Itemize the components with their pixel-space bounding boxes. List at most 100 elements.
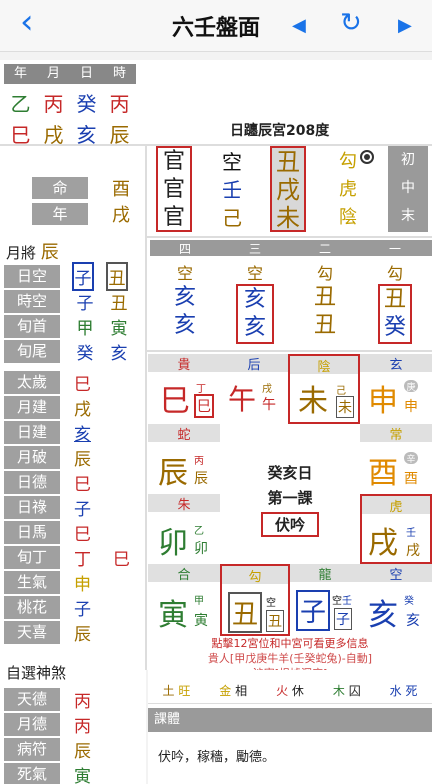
kong-panel: 日空 子 丑 時空 子 丑 旬首 甲 寅 旬尾 癸 亥 (4, 262, 140, 364)
palace-stem: 癸 (404, 596, 414, 607)
pillar-hour-label: 時 (103, 64, 136, 84)
sanchuan-col-3[interactable]: 丑 戌 未 (270, 146, 306, 232)
shensha-value: 巳 (74, 475, 91, 495)
sanchuan-tag: 初 (401, 152, 415, 168)
palace-branch: 申 (368, 384, 398, 419)
shensha-value: 亥 (74, 425, 91, 445)
yuejiang: 月將 辰 (6, 238, 59, 264)
sanchuan-col-1[interactable]: 官 官 官 (156, 146, 192, 232)
sike-god: 勾 (386, 264, 403, 283)
palace-branch: 巳 (160, 384, 190, 419)
shensha-label: 生氣 (4, 571, 60, 594)
palace-branch: 酉 (368, 456, 398, 491)
sanchuan: 官 官 官 空 壬 己 丑 戌 未 勾 虎 陰 初 中 末 (150, 146, 432, 234)
palace-stem: 辛 (404, 452, 418, 465)
shensha-value: 辰 (74, 450, 91, 470)
palace-god: 勾 (222, 566, 288, 585)
palace-base: 未 (336, 396, 354, 418)
palace-yin[interactable]: 合 寅 甲 寅 (148, 564, 220, 636)
palace-you[interactable]: 常 酉 辛 酉 (360, 424, 432, 494)
divider (145, 144, 147, 670)
palace-chou[interactable]: 勾 丑 空 丑 (220, 564, 290, 636)
sanchuan-cell: 官 (162, 177, 185, 202)
zixuan-value: 丙 (74, 717, 91, 737)
palace-mao[interactable]: 朱 卯 乙 卯 (148, 494, 220, 564)
shensha-value: 巳 (74, 525, 91, 545)
sike-bottom: 亥 (173, 313, 196, 338)
palace-stem: 丙 (194, 456, 204, 467)
sike-col-4[interactable]: 空 亥 亥 (150, 260, 220, 340)
palace-hai[interactable]: 空 亥 癸 亥 (360, 564, 432, 636)
sike-bottom: 癸 (383, 315, 406, 340)
month-stem: 丙 (43, 92, 64, 116)
center-day: 癸亥日 (267, 464, 313, 482)
shensha-label: 日馬 (4, 521, 60, 544)
shensha-label: 月建 (4, 396, 60, 419)
palace-wu[interactable]: 后 午 戌 午 (220, 354, 288, 424)
wuxing-state: 旺 (178, 684, 191, 698)
center-palace[interactable]: 癸亥日 第一課 伏吟 (220, 424, 360, 564)
rikong-a: 子 (72, 262, 94, 291)
shikong-label: 時空 (4, 290, 60, 313)
zixuan-value: 寅 (74, 767, 91, 784)
sike-top: 亥 (243, 287, 266, 312)
radio-icon[interactable] (360, 150, 374, 164)
sike-head: 四 (178, 242, 191, 256)
sike-top: 丑 (313, 285, 336, 310)
xunwei-a: 癸 (76, 344, 94, 364)
palace-branch: 卯 (158, 526, 188, 561)
shensha-label: 日德 (4, 471, 60, 494)
page-title: 六壬盤面 (171, 16, 260, 41)
yuejiang-value: 辰 (40, 242, 59, 263)
palace-stem: 己 (336, 386, 346, 397)
shensha-value: 辰 (74, 625, 91, 645)
sike-col-1[interactable]: 勾 丑 癸 (360, 260, 430, 344)
prev-icon[interactable]: ◀ (292, 15, 306, 36)
hour-stem: 丙 (109, 92, 130, 116)
shikong-b: 丑 (110, 294, 128, 314)
palace-stem: 空 (266, 598, 276, 609)
sanchuan-cell: 戌 (276, 176, 300, 204)
palace-base: 丑 (266, 610, 284, 632)
sike-col-3[interactable]: 空 亥 亥 (220, 260, 290, 344)
shensha-value: 巳 (74, 375, 91, 395)
palace-base: 酉 (404, 471, 418, 487)
palace-shen[interactable]: 玄 申 庚 申 (360, 354, 432, 424)
zixuan-label: 死氣 (4, 763, 60, 784)
center-keti: 伏吟 (261, 512, 319, 537)
palace-branch: 寅 (158, 598, 188, 633)
palace-god: 朱 (148, 494, 220, 513)
palace-xu[interactable]: 虎 戌 壬 戌 (360, 494, 432, 564)
sike-head: 一 (388, 242, 401, 256)
sanchuan-cell: 空 (222, 150, 242, 174)
pillar-stem-row: 乙 丙 癸 丙 (4, 88, 136, 117)
zixuan-label: 月德 (4, 713, 60, 736)
palace-god: 虎 (362, 496, 430, 515)
wuxing-element: 火 (276, 684, 289, 698)
sike-bottom: 丑 (313, 313, 336, 338)
palace-wei[interactable]: 陰 未 己 未 (288, 354, 360, 424)
wuxing-state: 囚 (348, 684, 361, 698)
sike-top: 丑 (383, 287, 406, 312)
palace-god: 后 (220, 354, 288, 373)
palace-zi[interactable]: 龍 子 空 壬 子 (290, 564, 360, 636)
next-icon[interactable]: ▶ (398, 15, 412, 36)
palace-chen[interactable]: 蛇 辰 丙 辰 (148, 424, 220, 494)
palace-base: 戌 (406, 543, 420, 559)
nian-label: 年 (32, 203, 88, 225)
day-stem: 癸 (76, 92, 97, 116)
sike-col-2[interactable]: 勾 丑 丑 (290, 260, 360, 340)
shensha-label: 旬丁 (4, 546, 60, 569)
nian-value: 戌 (112, 205, 130, 226)
palace-god: 玄 (360, 354, 432, 373)
zixuan-panel: 自選神煞 天德丙 月德丙 病符辰 死氣寅 (0, 654, 146, 784)
palace-si[interactable]: 貴 巳 丁 巳 (148, 354, 220, 424)
wuxing-state: 死 (405, 684, 418, 698)
palace-base: 辰 (194, 471, 208, 487)
sun-position: 日躔辰宮208度 (230, 123, 330, 139)
ming-value: 酉 (112, 179, 130, 200)
zixuan-label: 天德 (4, 688, 60, 711)
shensha-label: 桃花 (4, 596, 60, 619)
refresh-icon[interactable]: ↻ (340, 8, 362, 38)
bottom-panel: 土 旺 金 相 火 休 木 囚 水 死 課體 伏吟，稼穡，勵德。 (148, 670, 432, 784)
